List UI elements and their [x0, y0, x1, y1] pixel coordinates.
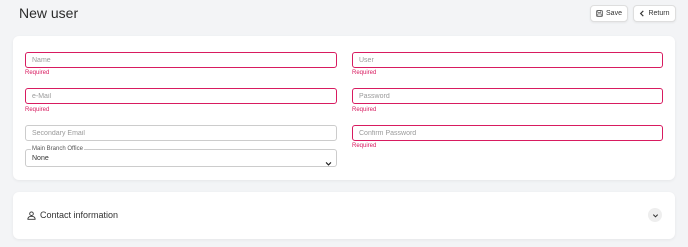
- person-icon: [27, 210, 36, 220]
- branch-office-label: Main Branch Office: [31, 146, 84, 153]
- name-input[interactable]: [32, 56, 330, 64]
- confirm-password-field[interactable]: [352, 125, 663, 141]
- floppy-disk-icon: [596, 10, 603, 17]
- confirm-password-input[interactable]: [359, 129, 656, 137]
- email-field[interactable]: [25, 88, 337, 104]
- contact-information-title: Contact information: [40, 210, 119, 220]
- name-field[interactable]: [25, 52, 337, 68]
- password-input[interactable]: [359, 92, 656, 100]
- save-button[interactable]: Save: [590, 5, 628, 22]
- page-title: New user: [19, 5, 79, 21]
- name-error: Required: [25, 70, 50, 76]
- user-error: Required: [352, 70, 377, 76]
- expand-contact-button[interactable]: [648, 208, 662, 222]
- email-input[interactable]: [32, 92, 330, 100]
- save-button-label: Save: [606, 10, 622, 17]
- return-button-label: Return: [648, 10, 670, 17]
- email-error: Required: [25, 107, 50, 113]
- user-field[interactable]: [352, 52, 663, 68]
- contact-information-header[interactable]: Contact information: [27, 210, 118, 220]
- confirm-password-error: Required: [352, 143, 377, 149]
- chevron-down-icon: [325, 154, 332, 172]
- chevron-down-icon: [652, 212, 659, 219]
- password-error: Required: [352, 107, 377, 113]
- user-input[interactable]: [359, 56, 656, 64]
- return-button[interactable]: Return: [633, 5, 676, 22]
- user-form-card: Required Required Required Required Requ…: [13, 36, 675, 180]
- secondary-email-input[interactable]: [32, 129, 330, 137]
- chevron-left-icon: [639, 10, 645, 17]
- branch-office-value: None: [32, 155, 49, 162]
- secondary-email-field[interactable]: [25, 125, 337, 141]
- password-field[interactable]: [352, 88, 663, 104]
- branch-office-select[interactable]: Main Branch Office None: [25, 146, 337, 167]
